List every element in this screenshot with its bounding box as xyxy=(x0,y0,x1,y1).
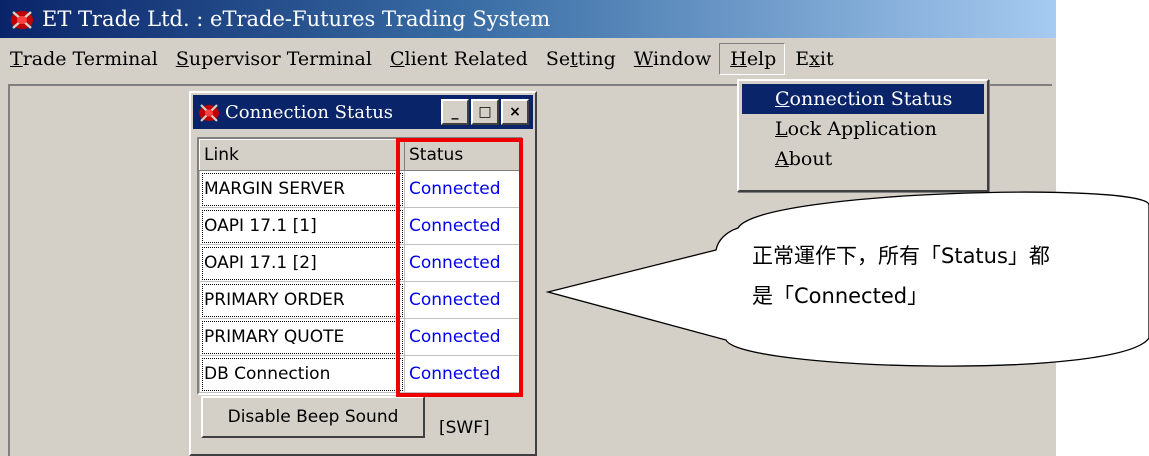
app-icon[interactable] xyxy=(8,7,36,31)
callout-text: 正常運作下，所有「Status」都 是「Connected」 xyxy=(752,236,1144,316)
help-dropdown-menu: Connection Status Lock Application About xyxy=(737,79,989,192)
callout-line-1: 正常運作下，所有「Status」都 xyxy=(752,244,1050,268)
table-row[interactable]: PRIMARY QUOTE Connected xyxy=(199,318,521,356)
link-cell[interactable]: OAPI 17.1 [1] xyxy=(199,207,405,245)
menu-window[interactable]: Window xyxy=(624,44,719,74)
menu-setting[interactable]: Setting xyxy=(536,44,624,74)
callout-line-2: 是「Connected」 xyxy=(752,284,929,308)
link-cell[interactable]: PRIMARY QUOTE xyxy=(199,318,405,356)
child-window-title: Connection Status xyxy=(225,101,394,123)
menu-item-about[interactable]: About xyxy=(739,144,987,174)
menu-supervisor-terminal[interactable]: Supervisor Terminal xyxy=(166,44,380,74)
link-cell[interactable]: PRIMARY ORDER xyxy=(199,281,405,319)
table-row[interactable]: DB Connection Connected xyxy=(199,355,521,393)
window-title: ET Trade Ltd. : eTrade-Futures Trading S… xyxy=(42,7,551,31)
child-title-bar: Connection Status _ □ × xyxy=(193,95,533,129)
menu-item-lock-application[interactable]: Lock Application xyxy=(739,114,987,144)
status-cell[interactable]: Connected xyxy=(404,244,521,282)
column-header-status[interactable]: Status xyxy=(404,139,521,171)
maximize-button[interactable]: □ xyxy=(471,99,499,125)
menu-help[interactable]: Help xyxy=(719,43,786,75)
link-cell[interactable]: DB Connection xyxy=(199,355,405,393)
status-cell[interactable]: Connected xyxy=(404,318,521,356)
status-cell[interactable]: Connected xyxy=(404,207,521,245)
menu-trade-terminal[interactable]: Trade Terminal xyxy=(0,44,166,74)
title-bar: ET Trade Ltd. : eTrade-Futures Trading S… xyxy=(0,0,1056,38)
menu-exit[interactable]: Exit xyxy=(785,44,841,74)
connection-grid: Link Status MARGIN SERVER Connected OAPI 1… xyxy=(197,137,523,395)
table-row[interactable]: PRIMARY ORDER Connected xyxy=(199,281,521,319)
close-button[interactable]: × xyxy=(501,99,529,125)
column-header-link[interactable]: Link xyxy=(199,139,405,171)
menu-client-related[interactable]: Client Related xyxy=(380,44,536,74)
window-controls: _ □ × xyxy=(441,99,529,125)
table-row[interactable]: OAPI 17.1 [1] Connected xyxy=(199,207,521,245)
menu-bar: Trade Terminal Supervisor Terminal Client … xyxy=(0,38,1056,80)
window-icon[interactable] xyxy=(197,101,221,123)
link-cell[interactable]: MARGIN SERVER xyxy=(199,170,405,208)
disable-beep-sound-button[interactable]: Disable Beep Sound xyxy=(201,396,425,438)
minimize-button[interactable]: _ xyxy=(441,99,469,125)
mode-label: [SWF] xyxy=(439,418,490,438)
menu-item-connection-status[interactable]: Connection Status xyxy=(742,84,984,114)
table-row[interactable]: OAPI 17.1 [2] Connected xyxy=(199,244,521,282)
link-cell[interactable]: OAPI 17.1 [2] xyxy=(199,244,405,282)
table-row[interactable]: MARGIN SERVER Connected xyxy=(199,170,521,208)
status-cell[interactable]: Connected xyxy=(404,170,521,208)
status-cell[interactable]: Connected xyxy=(404,281,521,319)
status-cell[interactable]: Connected xyxy=(404,355,521,393)
